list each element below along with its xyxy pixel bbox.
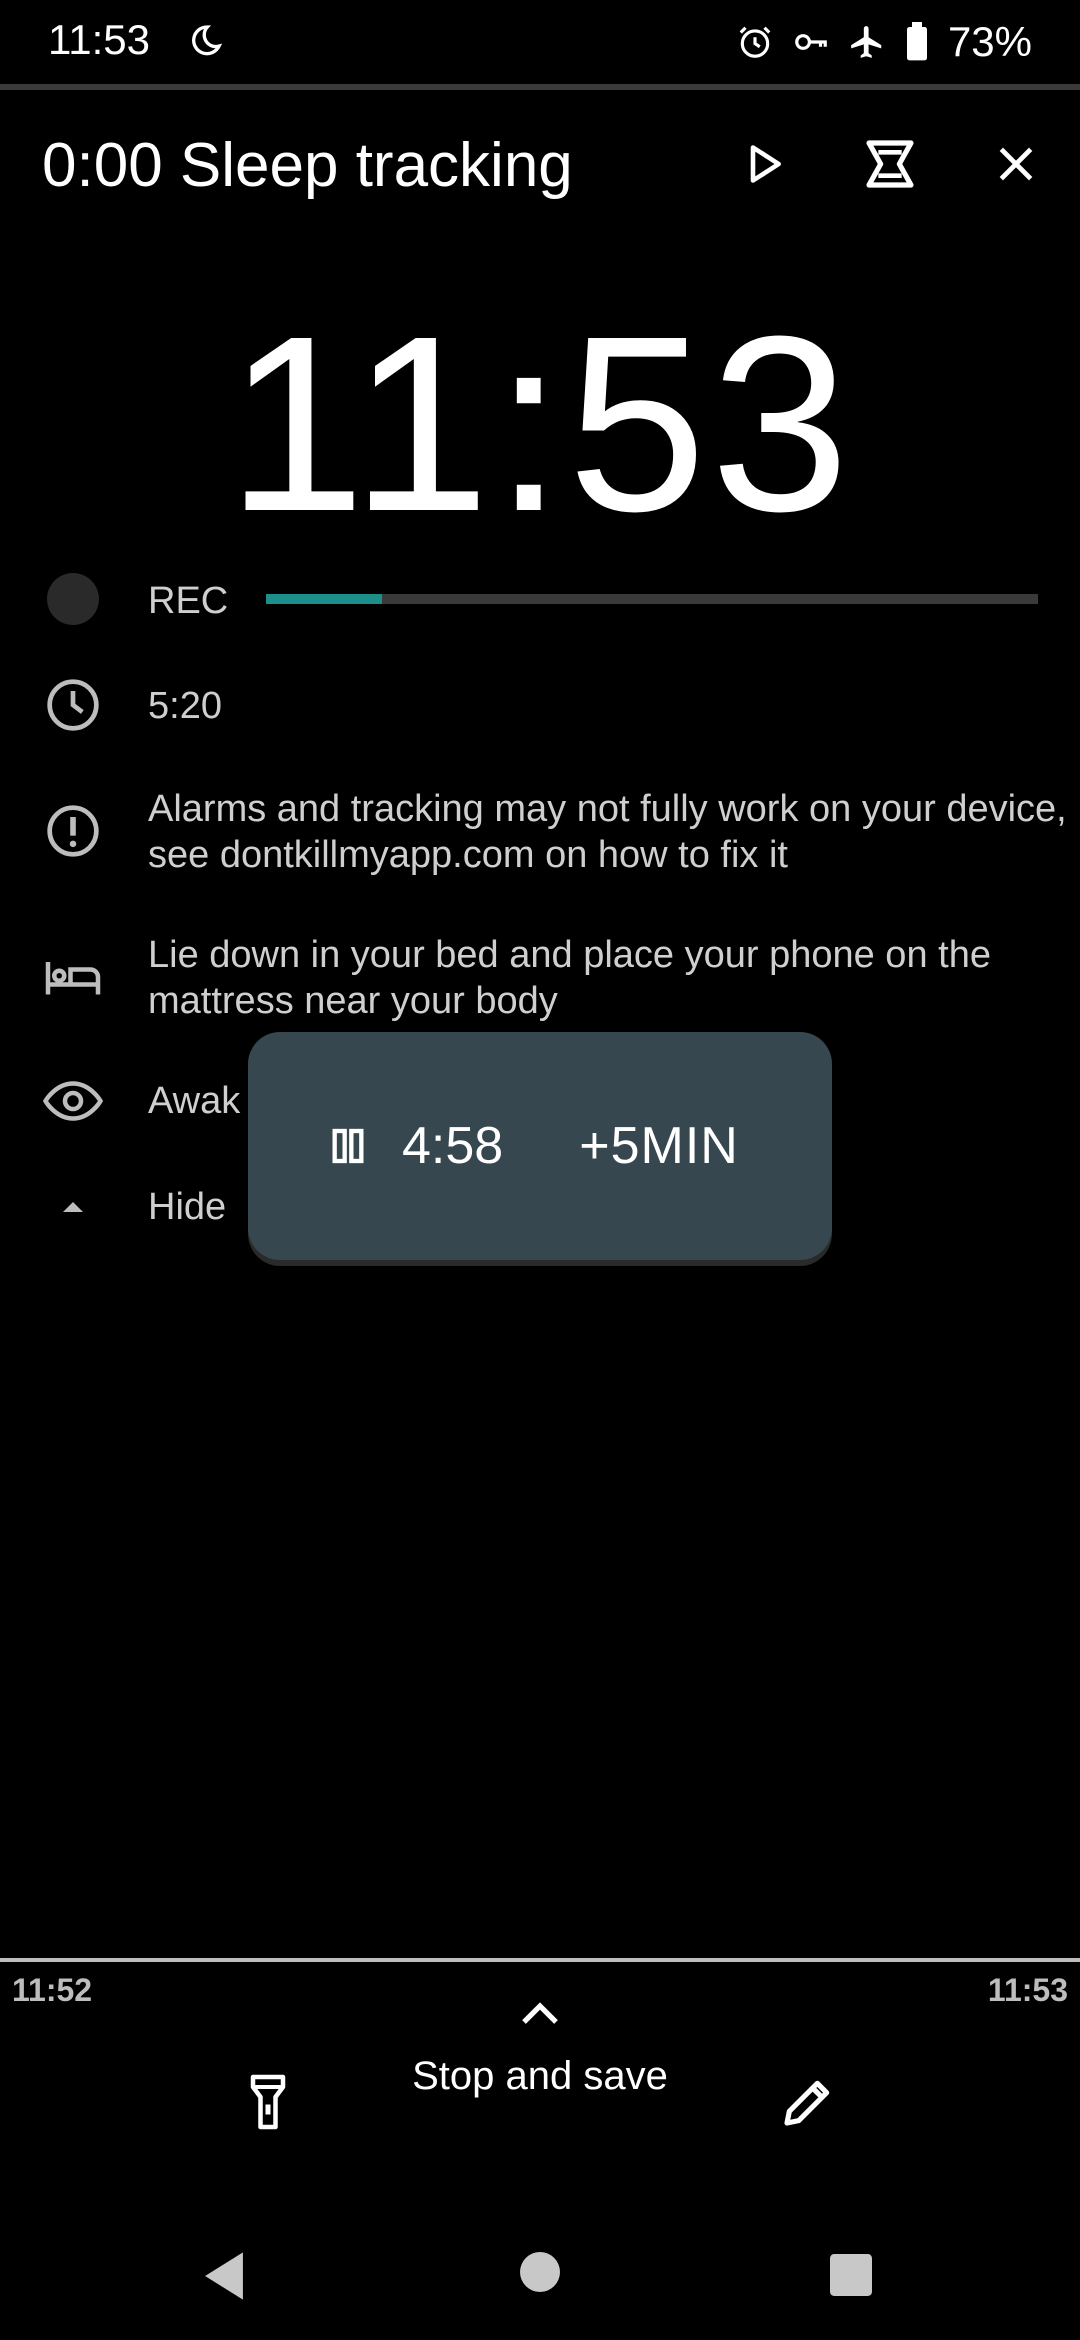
warning-icon [40, 798, 106, 864]
flashlight-button[interactable] [220, 2054, 316, 2150]
status-icons: 73% [736, 16, 1032, 68]
snooze-remaining-time: 4:58 [402, 1117, 504, 1175]
battery-icon [906, 22, 927, 61]
status-time: 11:53 [48, 16, 150, 63]
edit-button[interactable] [760, 2054, 856, 2150]
chevron-up-small-icon[interactable] [40, 1174, 106, 1240]
placement-tip: Lie down in your bed and place your phon… [148, 934, 991, 1022]
rec-label: REC [148, 580, 229, 622]
close-button[interactable] [968, 116, 1064, 212]
add-5-min-button[interactable]: +5MIN [579, 1116, 739, 1176]
pause-icon [332, 1128, 364, 1164]
rec-indicator-icon [40, 566, 106, 632]
flashlight-icon [250, 2074, 286, 2130]
awake-label: Awak [148, 1080, 241, 1122]
current-time-display: 11:53 [226, 284, 854, 563]
clock-icon [40, 672, 106, 738]
eye-icon [40, 1068, 106, 1134]
page-title: 0:00 Sleep tracking [42, 131, 573, 200]
moon-icon [192, 25, 223, 56]
home-icon[interactable] [520, 2252, 560, 2292]
dontkillmyapp-warning[interactable]: Alarms and tracking may not fully work o… [148, 786, 1068, 878]
timeline-end-time: 11:53 [987, 1972, 1068, 2008]
system-nav-bar [0, 2220, 1080, 2340]
play-icon [750, 145, 781, 183]
vpn-key-icon [795, 34, 827, 50]
close-icon [999, 147, 1033, 181]
pencil-icon [784, 2080, 830, 2126]
airplane-icon [851, 26, 882, 58]
battery-percent: 73% [947, 18, 1032, 65]
top-divider [0, 84, 1080, 90]
play-button[interactable] [716, 116, 812, 212]
lullaby-button[interactable] [842, 116, 938, 212]
lullaby-icon [866, 140, 914, 188]
stop-and-save-button[interactable]: Stop and save [340, 2054, 740, 2099]
duration-text: 5:20 [148, 685, 222, 727]
pause-button[interactable] [324, 1122, 372, 1170]
hide-toggle[interactable]: Hide [148, 1184, 226, 1230]
recents-icon[interactable] [830, 2254, 872, 2296]
chevron-up-icon[interactable] [516, 1996, 564, 2032]
bed-icon [40, 944, 106, 1010]
back-icon[interactable] [200, 2250, 248, 2302]
status-bar: 11:53 73% [0, 0, 1080, 84]
snooze-toast: 4:58 +5MIN [248, 1032, 832, 1260]
recording-progress-fill [266, 594, 382, 604]
timeline-start-time: 11:52 [12, 1972, 93, 2008]
alarm-icon [739, 26, 771, 58]
timeline-divider [0, 1958, 1080, 1962]
